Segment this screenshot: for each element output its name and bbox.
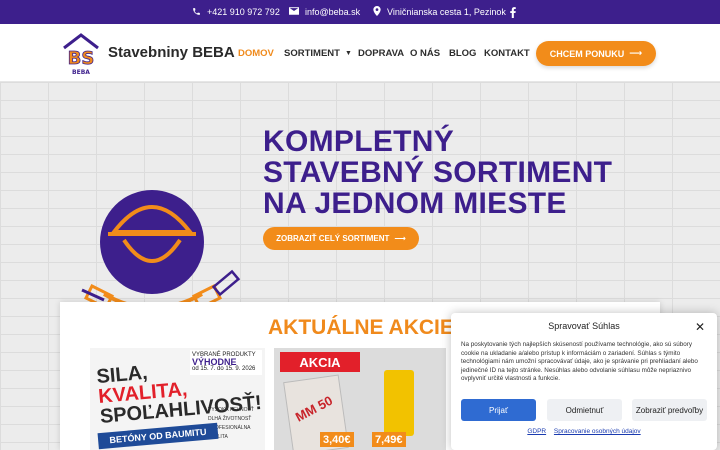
foam-can-image xyxy=(384,370,414,436)
show-all-products-label: ZOBRAZIŤ CELÝ SORTIMENT xyxy=(276,234,390,243)
request-offer-label: CHCEM PONUKU xyxy=(549,48,625,59)
nav-doprava[interactable]: DOPRAVA xyxy=(358,24,404,82)
cookie-title: Spravovať Súhlas xyxy=(548,321,620,331)
nav-sortiment[interactable]: SORTIMENT ▼ xyxy=(284,24,352,82)
deny-cookies-button[interactable]: Odmietnuť xyxy=(547,399,622,421)
site-logo[interactable]: BS BEBA xyxy=(60,32,102,76)
email-address: info@beba.sk xyxy=(305,7,361,17)
cookie-links: GDPR Spracovanie osobných údajov xyxy=(451,428,717,435)
offer-card-akcia[interactable]: AKCIA MM 50 3,40€ 7,49€ xyxy=(274,348,446,450)
akcia-badge: AKCIA xyxy=(280,352,360,372)
nav-domov[interactable]: DOMOV xyxy=(238,24,274,82)
arrow-right-icon: ⟶ xyxy=(629,48,643,58)
request-offer-button[interactable]: CHCEM PONUKU ⟶ xyxy=(536,41,656,66)
email-contact[interactable]: info@beba.sk xyxy=(289,0,360,24)
product-label: MM 50 xyxy=(292,392,336,425)
logo-subtext: BEBA xyxy=(72,69,90,76)
caret-down-icon: ▼ xyxy=(344,49,352,57)
hero-heading-line-2: STAVEBNÝ SORTIMENT xyxy=(263,156,613,189)
phone-contact[interactable]: +421 910 972 792 xyxy=(192,0,280,24)
accept-cookies-button[interactable]: Prijať xyxy=(461,399,536,421)
cookie-description: Na poskytovanie tých najlepších skúsenos… xyxy=(461,341,698,383)
envelope-icon xyxy=(289,7,299,17)
gdpr-link[interactable]: GDPR xyxy=(527,428,546,435)
cookie-consent-dialog: Spravovať Súhlas ✕ Na poskytovanie tých … xyxy=(451,313,717,450)
offer-card-baumit[interactable]: SILA, KVALITA, SPOĽAHLIVOSŤ! VYBRANÉ PRO… xyxy=(90,348,265,450)
view-preferences-button[interactable]: Zobraziť predvoľby xyxy=(632,399,707,421)
offer-ribbon: BETÓNY OD BAUMITU xyxy=(97,422,219,450)
arrow-right-icon: ⟶ xyxy=(394,234,406,243)
show-all-products-button[interactable]: ZOBRAZIŤ CELÝ SORTIMENT ⟶ xyxy=(263,227,419,250)
badge-dates: od 15. 7. do 15. 9. 2026 xyxy=(192,366,256,372)
nav-blog[interactable]: BLOG xyxy=(449,24,476,82)
badge-main: VÝHODNE xyxy=(192,357,237,367)
bullet-item: VYSOKÁ PEVNOSŤ xyxy=(208,407,254,413)
brand-name[interactable]: Stavebniny BEBA xyxy=(108,44,235,61)
price-tag: 3,40€ xyxy=(320,432,354,447)
address-contact: Viničnianska cesta 1, Pezinok xyxy=(373,0,506,24)
phone-number: +421 910 972 792 xyxy=(207,7,280,17)
phone-icon xyxy=(192,7,201,18)
offer-badge: VYBRANÉ PRODUKTY VÝHODNE od 15. 7. do 15… xyxy=(190,350,262,375)
close-icon[interactable]: ✕ xyxy=(695,320,705,334)
nav-kontakt[interactable]: KONTAKT xyxy=(484,24,530,82)
hero-heading: KOMPLETNÝ STAVEBNÝ SORTIMENT NA JEDNOM M… xyxy=(263,126,612,219)
nav-o-nas[interactable]: O NÁS xyxy=(410,24,440,82)
map-pin-icon xyxy=(373,6,381,18)
address-text: Viničnianska cesta 1, Pezinok xyxy=(387,7,506,17)
facebook-icon[interactable] xyxy=(510,0,516,24)
hero-heading-line-3: NA JEDNOM MIESTE xyxy=(263,187,567,220)
hero-heading-line-1: KOMPLETNÝ xyxy=(263,125,455,158)
site-header: BS BEBA Stavebniny BEBA DOMOV SORTIMENT … xyxy=(0,24,720,82)
personal-data-link[interactable]: Spracovanie osobných údajov xyxy=(554,428,641,435)
nav-sortiment-label: SORTIMENT xyxy=(284,47,340,59)
logo-text: BS xyxy=(68,48,95,69)
current-offers-title: AKTUÁLNE AKCIE xyxy=(268,316,454,339)
price-tag: 7,49€ xyxy=(372,432,406,447)
top-contact-bar: +421 910 972 792 info@beba.sk Viničnians… xyxy=(0,0,720,24)
